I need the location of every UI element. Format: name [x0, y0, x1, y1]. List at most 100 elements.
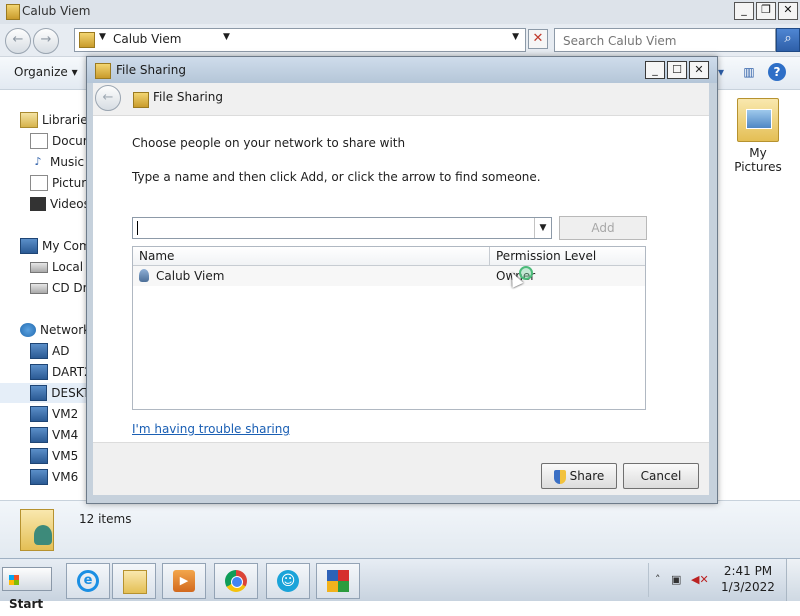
folder-user-icon — [6, 4, 20, 20]
nav-network[interactable]: Network — [20, 320, 90, 340]
column-header-permission[interactable]: Permission Level — [496, 249, 596, 263]
folder-label: My Pictures — [734, 146, 782, 174]
start-button[interactable]: Start — [2, 567, 52, 611]
network-icon — [20, 323, 36, 337]
search-box[interactable] — [554, 28, 776, 52]
show-desktop-button[interactable] — [786, 559, 800, 601]
add-button[interactable]: Add — [559, 216, 647, 240]
folder-user-icon — [79, 32, 95, 48]
back-button[interactable]: ← — [5, 28, 31, 54]
taskbar: Start e ▶ ☺ ˄ ▣ ◀✕ 2:41 PM 1/3/2022 — [0, 558, 800, 611]
sharing-icon — [95, 63, 111, 79]
nav-network-item[interactable]: VM5 — [30, 446, 78, 466]
search-input[interactable] — [561, 31, 765, 51]
network-tray-icon[interactable]: ▣ — [671, 573, 681, 586]
sharing-icon — [133, 92, 149, 108]
nav-network-item[interactable]: VM4 — [30, 425, 78, 445]
window-title: Calub Viem — [22, 4, 91, 18]
taskbar-user-app[interactable]: ☺ — [266, 563, 310, 599]
dialog-body: ← File Sharing Choose people on your net… — [93, 83, 709, 495]
taskbar-avg[interactable] — [316, 563, 360, 599]
forward-button[interactable]: → — [33, 28, 59, 54]
nav-libraries[interactable]: Libraries — [20, 110, 94, 130]
volume-muted-icon[interactable]: ◀✕ — [691, 573, 709, 586]
nav-label: Local I — [52, 260, 91, 274]
show-hidden-icons-icon[interactable]: ˄ — [655, 573, 661, 586]
computer-icon — [30, 406, 48, 422]
nav-network-item[interactable]: VM6 — [30, 467, 78, 487]
explorer-titlebar[interactable]: Calub Viem _ ❐ ✕ — [0, 0, 800, 24]
dialog-nav: ← File Sharing — [93, 83, 709, 113]
minimize-button[interactable]: _ — [734, 2, 754, 20]
nav-label: VM4 — [52, 428, 79, 442]
column-divider[interactable] — [489, 247, 490, 265]
close-button[interactable]: ✕ — [689, 61, 709, 79]
maximize-button[interactable]: ☐ — [667, 61, 687, 79]
taskbar-media-player[interactable]: ▶ — [162, 563, 206, 599]
nav-videos[interactable]: Videos — [30, 194, 90, 214]
address-bar[interactable]: ▼ Calub Viem ▼ ▼ — [74, 28, 526, 52]
minimize-button[interactable]: _ — [645, 61, 665, 79]
chevron-down-icon[interactable]: ▼ — [223, 32, 230, 42]
start-label: Start — [9, 597, 44, 611]
preview-pane-icon[interactable]: ▥ — [740, 63, 758, 81]
trouble-sharing-link[interactable]: I'm having trouble sharing — [132, 422, 290, 436]
internet-explorer-icon: e — [77, 570, 99, 592]
dialog-titlebar[interactable]: File Sharing _ ☐ ✕ — [87, 57, 717, 83]
nav-music[interactable]: ♪ Music — [30, 152, 84, 172]
nav-label: Videos — [50, 197, 90, 211]
user-name-combobox[interactable]: ▼ — [132, 217, 552, 239]
nav-network-item-selected[interactable]: DESKT — [0, 383, 90, 403]
caption-buttons: _ ❐ ✕ — [734, 2, 798, 20]
close-button[interactable]: ✕ — [778, 2, 798, 20]
nav-label: DESKT — [51, 386, 90, 400]
back-button[interactable]: ← — [95, 85, 121, 111]
system-clock[interactable]: 2:41 PM 1/3/2022 — [716, 563, 780, 595]
nav-network-item[interactable]: DART2 — [30, 362, 92, 382]
column-header-name[interactable]: Name — [139, 249, 174, 263]
pictures-icon — [30, 175, 48, 191]
cd-drive-icon — [30, 282, 48, 294]
user-icon — [34, 525, 52, 545]
instruction-heading: Choose people on your network to share w… — [132, 136, 406, 150]
nav-label: Music — [50, 155, 85, 169]
cancel-button[interactable]: Cancel — [623, 463, 699, 489]
nav-label: VM5 — [52, 449, 79, 463]
taskbar-chrome[interactable] — [214, 563, 258, 599]
help-icon[interactable]: ? — [768, 63, 786, 81]
chevron-down-icon[interactable]: ▼ — [534, 218, 551, 238]
nav-pictures[interactable]: Pictur — [30, 173, 86, 193]
computer-icon — [20, 238, 38, 254]
sharing-list[interactable]: Name Permission Level Calub Viem Owner — [132, 246, 646, 410]
share-button[interactable]: Share — [541, 463, 617, 489]
nav-documents[interactable]: Docur — [30, 131, 88, 151]
my-pictures-folder[interactable]: My Pictures — [726, 98, 790, 174]
clock-date: 1/3/2022 — [721, 580, 775, 594]
nav-network-item[interactable]: AD — [30, 341, 69, 361]
restore-button[interactable]: ❐ — [756, 2, 776, 20]
hard-drive-icon — [30, 261, 48, 273]
organize-label: Organize — [14, 65, 68, 79]
pictures-folder-icon — [737, 98, 779, 142]
nav-label: Pictur — [52, 176, 87, 190]
organize-menu[interactable]: Organize ▾ — [14, 65, 78, 79]
videos-icon — [30, 197, 46, 211]
taskbar-internet-explorer[interactable]: e — [66, 563, 110, 599]
taskbar-explorer[interactable] — [112, 563, 156, 599]
dialog-heading: File Sharing — [153, 90, 223, 104]
address-path[interactable]: Calub Viem — [113, 32, 181, 46]
avg-icon — [327, 570, 349, 592]
computer-icon — [30, 448, 48, 464]
user-app-icon: ☺ — [277, 570, 299, 592]
search-icon[interactable]: ⌕ — [776, 28, 800, 52]
libraries-icon — [20, 112, 38, 128]
address-history-dropdown[interactable]: ▼ — [512, 32, 519, 42]
nav-local-disk[interactable]: Local I — [30, 257, 90, 277]
item-count: 12 items — [79, 512, 132, 526]
nav-computer[interactable]: My Com — [20, 236, 91, 256]
table-row[interactable]: Calub Viem Owner — [133, 266, 645, 288]
nav-cd-drive[interactable]: CD Dri — [30, 278, 91, 298]
chevron-down-icon[interactable]: ▼ — [99, 32, 106, 42]
stop-icon[interactable]: ✕ — [528, 29, 548, 49]
nav-network-item[interactable]: VM2 — [30, 404, 78, 424]
